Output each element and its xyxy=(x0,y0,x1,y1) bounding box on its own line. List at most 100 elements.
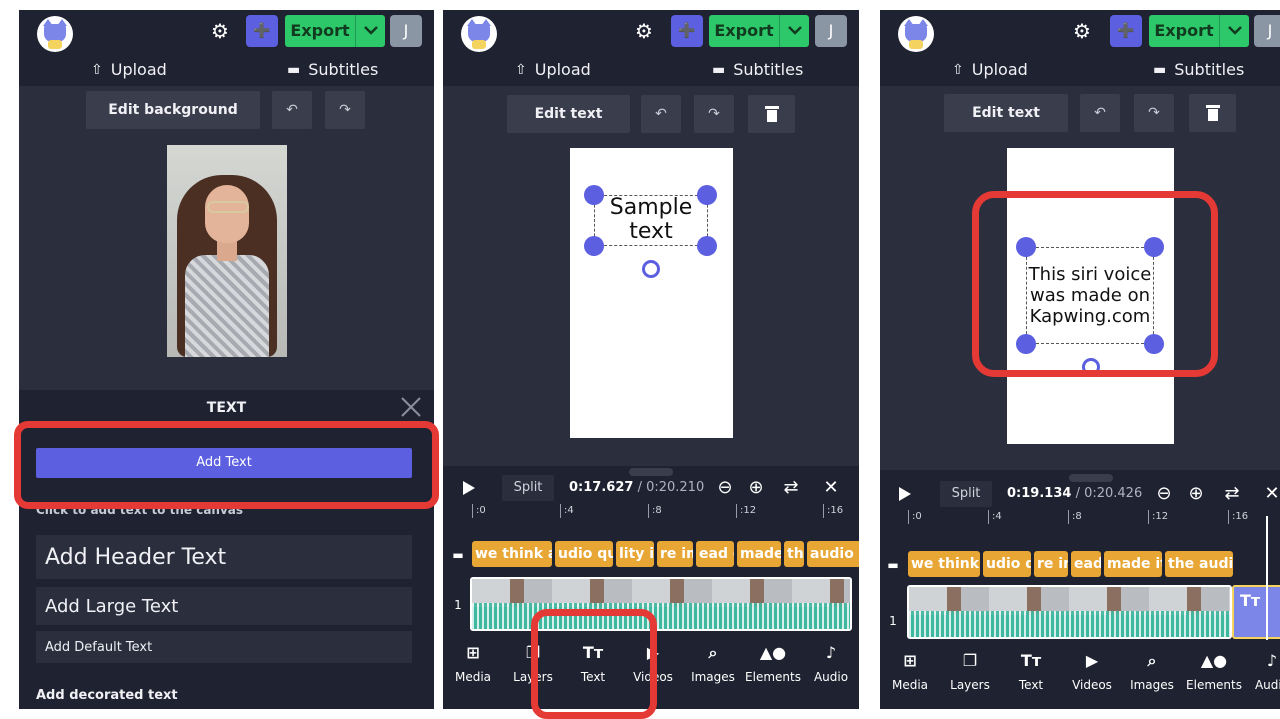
resize-handle-br[interactable] xyxy=(1144,334,1164,354)
play-icon[interactable] xyxy=(899,487,911,501)
subtitle-clip[interactable]: made it xyxy=(1104,551,1162,577)
bottom-nav-layers[interactable]: ❐ Layers xyxy=(503,640,563,684)
subtitle-clip[interactable]: re im xyxy=(1034,551,1068,577)
bottom-nav-layers[interactable]: ❐ Layers xyxy=(940,648,1000,692)
export-dropdown-button[interactable] xyxy=(355,15,385,47)
swap-icon[interactable]: ⇄ xyxy=(779,476,803,500)
subtitle-clip[interactable]: we think a xyxy=(472,541,552,567)
bottom-nav-audio[interactable]: ♪Audio xyxy=(1242,648,1280,692)
bottom-nav-elements[interactable]: ▲● Elements xyxy=(1184,648,1244,692)
bottom-nav-media[interactable]: ⊞ Media xyxy=(443,640,503,684)
bottom-nav-media[interactable]: ⊞ Media xyxy=(880,648,940,692)
invite-user-button[interactable]: ➕ xyxy=(1110,15,1142,47)
subtitle-clip[interactable]: we think a xyxy=(908,551,980,577)
redo-button[interactable]: ↷ xyxy=(325,91,365,129)
export-button[interactable]: Export xyxy=(1149,15,1219,47)
resize-handle-tr[interactable] xyxy=(697,185,717,205)
close-timeline-icon[interactable]: ✕ xyxy=(1260,482,1280,506)
timeline-resize-grip[interactable] xyxy=(1069,474,1113,482)
subtitles-button[interactable]: ▬ Subtitles xyxy=(287,60,378,79)
rotate-icon[interactable] xyxy=(1082,358,1100,376)
undo-button[interactable]: ↶ xyxy=(272,91,312,129)
bottom-nav-images[interactable]: ⌕ Images xyxy=(1122,648,1182,692)
video-preview[interactable] xyxy=(167,145,287,357)
add-default-text-button[interactable]: Add Default Text xyxy=(36,631,412,663)
bottom-nav-audio[interactable]: ♪Audio xyxy=(801,640,859,684)
white-canvas[interactable]: Sample text xyxy=(570,148,733,438)
upload-button[interactable]: ⇧ Upload xyxy=(91,60,167,79)
delete-button[interactable] xyxy=(748,95,795,133)
gear-icon[interactable]: ⚙ xyxy=(1069,18,1095,44)
subtitle-clip[interactable]: re im xyxy=(657,541,693,567)
video-track[interactable] xyxy=(470,577,852,631)
bottom-nav-elements[interactable]: ▲● Elements xyxy=(743,640,803,684)
subtitles-button[interactable]: ▬ Subtitles xyxy=(712,60,803,79)
subtitle-clip[interactable]: udio qua xyxy=(983,551,1031,577)
video-track[interactable] xyxy=(907,585,1232,639)
add-header-text-button[interactable]: Add Header Text xyxy=(36,535,412,579)
subtitle-clip[interactable]: udio qua xyxy=(555,541,613,567)
sample-text-box[interactable]: Sample text xyxy=(594,195,708,246)
avatar[interactable]: J xyxy=(815,15,847,47)
kapwing-logo[interactable] xyxy=(37,16,73,52)
gear-icon[interactable]: ⚙ xyxy=(207,18,233,44)
gear-icon[interactable]: ⚙ xyxy=(631,18,657,44)
resize-handle-tr[interactable] xyxy=(1144,237,1164,257)
resize-handle-bl[interactable] xyxy=(1016,334,1036,354)
edit-text-button[interactable]: Edit text xyxy=(507,95,630,133)
timeline-resize-grip[interactable] xyxy=(629,468,673,476)
export-dropdown-button[interactable] xyxy=(779,15,809,47)
add-large-text-button[interactable]: Add Large Text xyxy=(36,587,412,625)
zoom-in-icon[interactable]: ⊕ xyxy=(1184,482,1208,506)
edited-text-box[interactable]: This siri voice was made on Kapwing.com xyxy=(1026,247,1154,344)
redo-button[interactable]: ↷ xyxy=(1134,94,1174,132)
subtitle-clip[interactable]: audio lev xyxy=(807,541,859,567)
subtitle-clip[interactable]: lity is xyxy=(616,541,654,567)
bottom-nav-videos[interactable]: ▶ Videos xyxy=(1062,648,1122,692)
redo-button[interactable]: ↷ xyxy=(694,95,734,133)
resize-handle-br[interactable] xyxy=(697,236,717,256)
kapwing-logo[interactable] xyxy=(898,16,934,52)
edit-background-button[interactable]: Edit background xyxy=(86,91,260,129)
upload-button[interactable]: ⇧ Upload xyxy=(515,60,591,79)
resize-handle-tl[interactable] xyxy=(1016,237,1036,257)
kapwing-logo[interactable] xyxy=(461,16,497,52)
avatar[interactable]: J xyxy=(390,15,422,47)
undo-button[interactable]: ↶ xyxy=(641,95,681,133)
bottom-nav-text[interactable]: Tт Text xyxy=(563,640,623,684)
white-canvas[interactable]: This siri voice was made on Kapwing.com xyxy=(1007,148,1174,444)
play-icon[interactable] xyxy=(463,481,475,495)
add-text-button[interactable]: Add Text xyxy=(36,448,412,478)
export-button[interactable]: Export xyxy=(709,15,779,47)
resize-handle-tl[interactable] xyxy=(584,185,604,205)
close-icon[interactable] xyxy=(400,396,422,418)
undo-button[interactable]: ↶ xyxy=(1080,94,1120,132)
subtitle-clip[interactable]: ead o xyxy=(1071,551,1101,577)
close-timeline-icon[interactable]: ✕ xyxy=(819,476,843,500)
subtitle-clip[interactable]: ead o xyxy=(696,541,734,567)
zoom-in-icon[interactable]: ⊕ xyxy=(744,476,768,500)
split-button[interactable]: Split xyxy=(502,475,554,501)
delete-button[interactable] xyxy=(1189,94,1236,132)
subtitle-clip[interactable]: the xyxy=(784,541,804,567)
subtitle-clip[interactable]: made it xyxy=(737,541,781,567)
bottom-nav-text[interactable]: Tт Text xyxy=(1001,648,1061,692)
zoom-out-icon[interactable]: ⊖ xyxy=(713,476,737,500)
export-dropdown-button[interactable] xyxy=(1219,15,1249,47)
invite-user-button[interactable]: ➕ xyxy=(671,15,703,47)
subtitles-button[interactable]: ▬ Subtitles xyxy=(1153,60,1244,79)
split-button[interactable]: Split xyxy=(940,481,992,507)
upload-button[interactable]: ⇧ Upload xyxy=(952,60,1028,79)
rotate-icon[interactable] xyxy=(642,260,660,278)
bottom-nav-videos[interactable]: ▶ Videos xyxy=(623,640,683,684)
bottom-nav-images[interactable]: ⌕ Images xyxy=(683,640,743,684)
invite-user-button[interactable]: ➕ xyxy=(246,15,278,47)
edit-text-button[interactable]: Edit text xyxy=(944,94,1068,132)
text-clip[interactable]: Tт xyxy=(1232,585,1280,639)
avatar[interactable]: J xyxy=(1254,15,1280,47)
playhead[interactable] xyxy=(1266,516,1268,640)
export-button[interactable]: Export xyxy=(285,15,355,47)
resize-handle-bl[interactable] xyxy=(584,236,604,256)
swap-icon[interactable]: ⇄ xyxy=(1220,482,1244,506)
zoom-out-icon[interactable]: ⊖ xyxy=(1152,482,1176,506)
